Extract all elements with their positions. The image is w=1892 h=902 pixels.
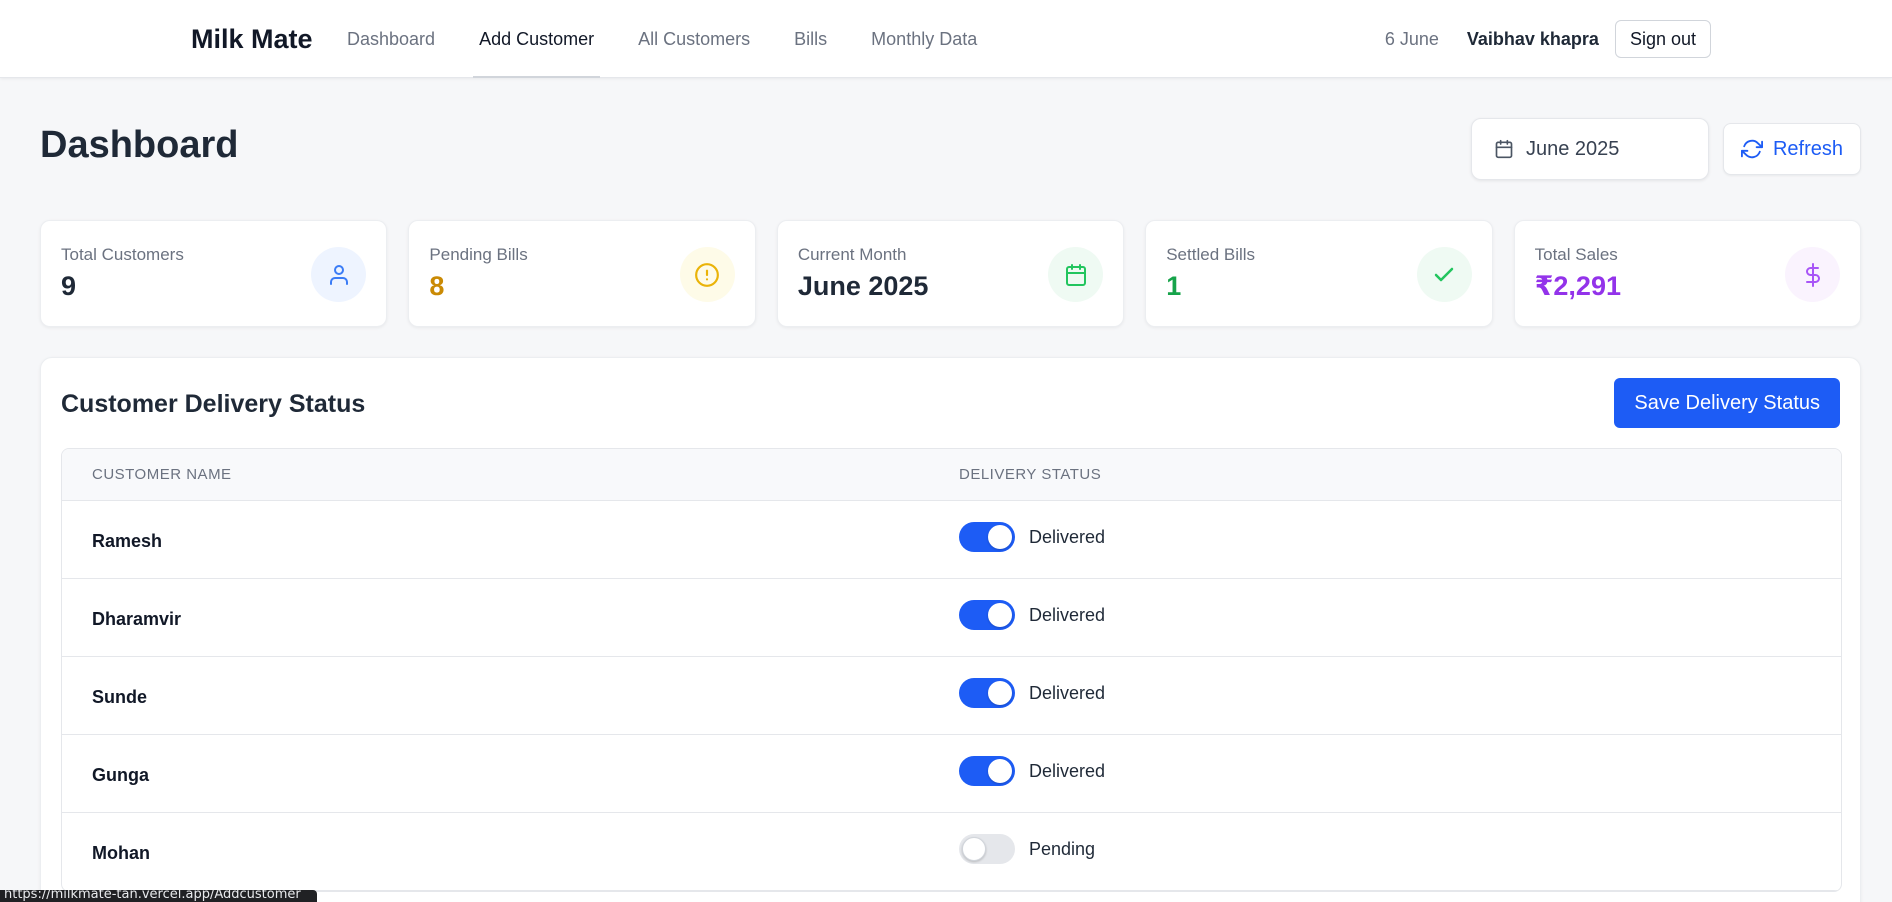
sign-out-button[interactable]: Sign out <box>1614 20 1711 58</box>
toggle-knob <box>988 759 1012 783</box>
nav-link-bills[interactable]: Bills <box>772 0 849 78</box>
delivery-toggle[interactable] <box>959 834 1015 864</box>
delivery-toggle[interactable] <box>959 522 1015 552</box>
customer-name: Ramesh <box>92 531 163 551</box>
table-row: Ramesh Delivered <box>62 501 1841 579</box>
stat-card-settled-bills: Settled Bills 1 <box>1145 220 1493 327</box>
table-row: Gunga Delivered <box>62 735 1841 813</box>
nav-user-area: 6 June Vaibhav khapra Sign out <box>1385 20 1711 58</box>
browser-status-url: https://milkmate-tan.vercel.app/Addcusto… <box>0 890 317 902</box>
calendar-icon <box>1495 139 1513 159</box>
page-title: Dashboard <box>40 124 239 166</box>
month-picker-value: June 2025 <box>1526 137 1620 160</box>
customer-name: Mohan <box>92 843 150 863</box>
column-header-customer-name: Customer Name <box>92 466 232 483</box>
toggle-knob <box>962 837 986 861</box>
table-row: Sunde Delivered <box>62 657 1841 735</box>
delivery-table: Customer Name Delivery Status Ramesh Deli… <box>61 448 1842 892</box>
toggle-knob <box>988 603 1012 627</box>
stat-card-total-customers: Total Customers 9 <box>40 220 388 327</box>
table-row: Dharamvir Delivered <box>62 579 1841 657</box>
alert-circle-icon <box>679 247 735 302</box>
refresh-label: Refresh <box>1772 137 1844 160</box>
customer-name: Sunde <box>92 687 148 707</box>
stat-card-total-sales: Total Sales ₹2,291 <box>1513 220 1862 327</box>
delivery-toggle[interactable] <box>959 600 1015 630</box>
nav-link-monthly-data[interactable]: Monthly Data <box>849 0 999 78</box>
stats-row: Total Customers 9 Pending Bills 8 Curren… <box>40 220 1862 327</box>
stat-card-pending-bills: Pending Bills 8 <box>408 220 756 327</box>
table-row: Mohan Pending <box>62 813 1841 891</box>
check-icon <box>1416 247 1472 302</box>
calendar-icon <box>1048 247 1104 302</box>
delivery-status-text: Delivered <box>1029 761 1106 781</box>
delivery-toggle[interactable] <box>959 678 1015 708</box>
current-date: 6 June <box>1384 28 1439 49</box>
brand-logo[interactable]: Milk Mate <box>191 24 313 55</box>
delivery-status-text: Delivered <box>1029 605 1106 625</box>
toggle-knob <box>988 525 1012 549</box>
delivery-toggle[interactable] <box>959 756 1015 786</box>
delivery-status-text: Delivered <box>1029 683 1106 703</box>
user-name: Vaibhav khapra <box>1466 28 1599 49</box>
nav-links: Dashboard Add Customer All Customers Bil… <box>325 0 999 78</box>
customer-name: Gunga <box>92 765 149 785</box>
save-delivery-status-button[interactable]: Save Delivery Status <box>1614 378 1840 428</box>
table-header: Customer Name Delivery Status <box>62 449 1841 501</box>
month-picker[interactable]: June 2025 <box>1471 118 1709 180</box>
delivery-status-text: Pending <box>1029 839 1096 859</box>
customer-name: Dharamvir <box>92 609 182 629</box>
delivery-status-panel: Customer Delivery Status Save Delivery S… <box>40 357 1861 902</box>
delivery-status-text: Delivered <box>1029 527 1106 547</box>
stat-card-current-month: Current Month June 2025 <box>776 220 1125 327</box>
toggle-knob <box>988 681 1012 705</box>
panel-title: Customer Delivery Status <box>61 390 366 418</box>
nav-link-all-customers[interactable]: All Customers <box>616 0 772 78</box>
refresh-button[interactable]: Refresh <box>1723 123 1861 175</box>
nav-link-dashboard[interactable]: Dashboard <box>325 0 457 78</box>
top-navbar: Milk Mate Dashboard Add Customer All Cus… <box>0 0 1892 78</box>
nav-link-add-customer[interactable]: Add Customer <box>457 0 616 78</box>
column-header-delivery-status: Delivery Status <box>959 466 1102 483</box>
refresh-icon <box>1740 139 1763 159</box>
dollar-icon <box>1785 247 1841 302</box>
